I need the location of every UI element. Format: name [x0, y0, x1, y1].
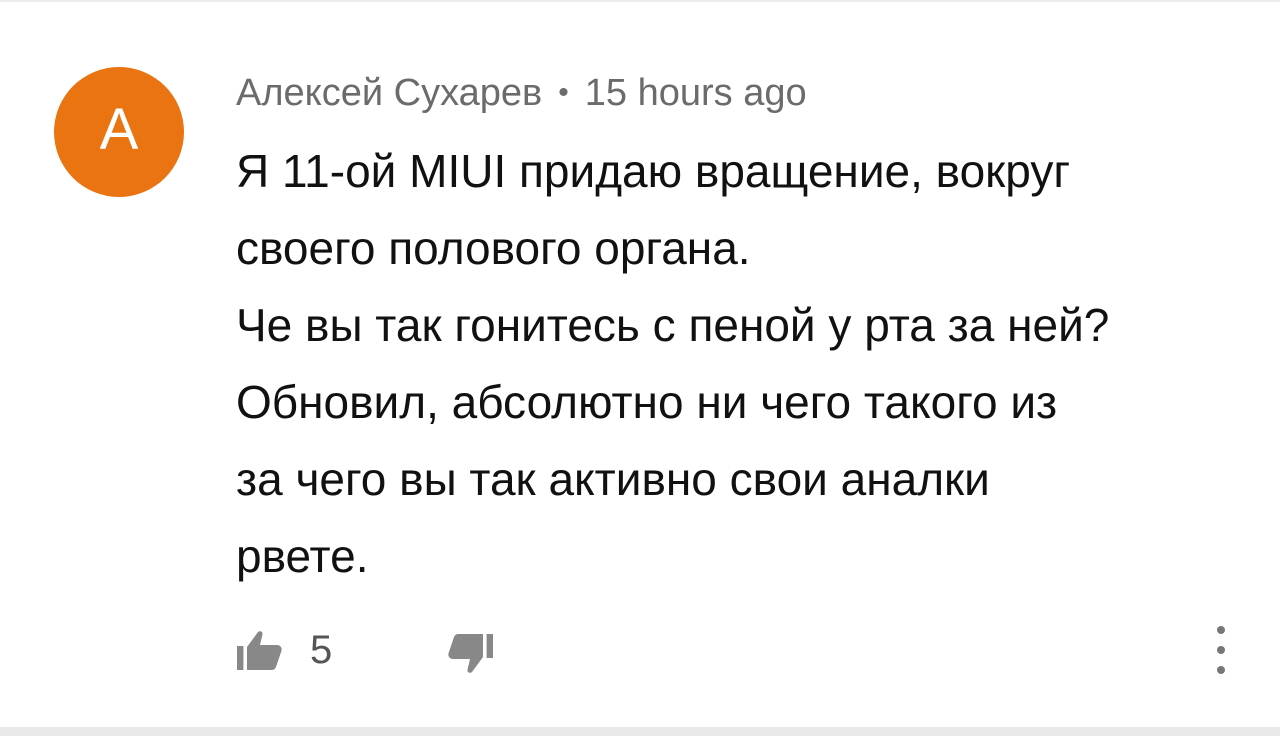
- comment-text-line: своего полового органа.: [236, 222, 751, 274]
- comment-meta: Алексей Сухарев • 15 hours ago: [236, 68, 807, 118]
- more-dot: [1217, 666, 1225, 674]
- avatar-letter: A: [99, 97, 139, 162]
- thumb-down-icon: [448, 634, 493, 673]
- meta-separator: •: [558, 76, 569, 109]
- thumb-up-icon: [237, 631, 282, 670]
- comment-text-line: рвете.: [236, 530, 369, 582]
- comment-text: Я 11-ой MIUI придаю вращение, вокруг сво…: [236, 133, 1246, 595]
- comment-actions: 5: [232, 620, 1242, 680]
- bottom-divider: [0, 727, 1280, 736]
- author-name[interactable]: Алексей Сухарев: [236, 72, 542, 115]
- like-count: 5: [310, 628, 333, 672]
- more-dot: [1217, 646, 1225, 654]
- dislike-button[interactable]: [442, 628, 498, 680]
- comment-text-line: Обновил, абсолютно ни чего такого из: [236, 376, 1058, 428]
- comment-text-line: Че вы так гонитесь с пеной у рта за ней?: [236, 299, 1110, 351]
- more-dot: [1217, 626, 1225, 634]
- more-vertical-icon[interactable]: [1210, 620, 1232, 680]
- comment-timestamp[interactable]: 15 hours ago: [585, 72, 807, 115]
- comment-card: A Алексей Сухарев • 15 hours ago Я 11-ой…: [0, 0, 1280, 736]
- like-button[interactable]: [232, 624, 288, 676]
- comment-text-line: Я 11-ой MIUI придаю вращение, вокруг: [236, 145, 1071, 197]
- comment-text-line: за чего вы так активно свои аналки: [236, 453, 990, 505]
- avatar[interactable]: A: [54, 67, 184, 197]
